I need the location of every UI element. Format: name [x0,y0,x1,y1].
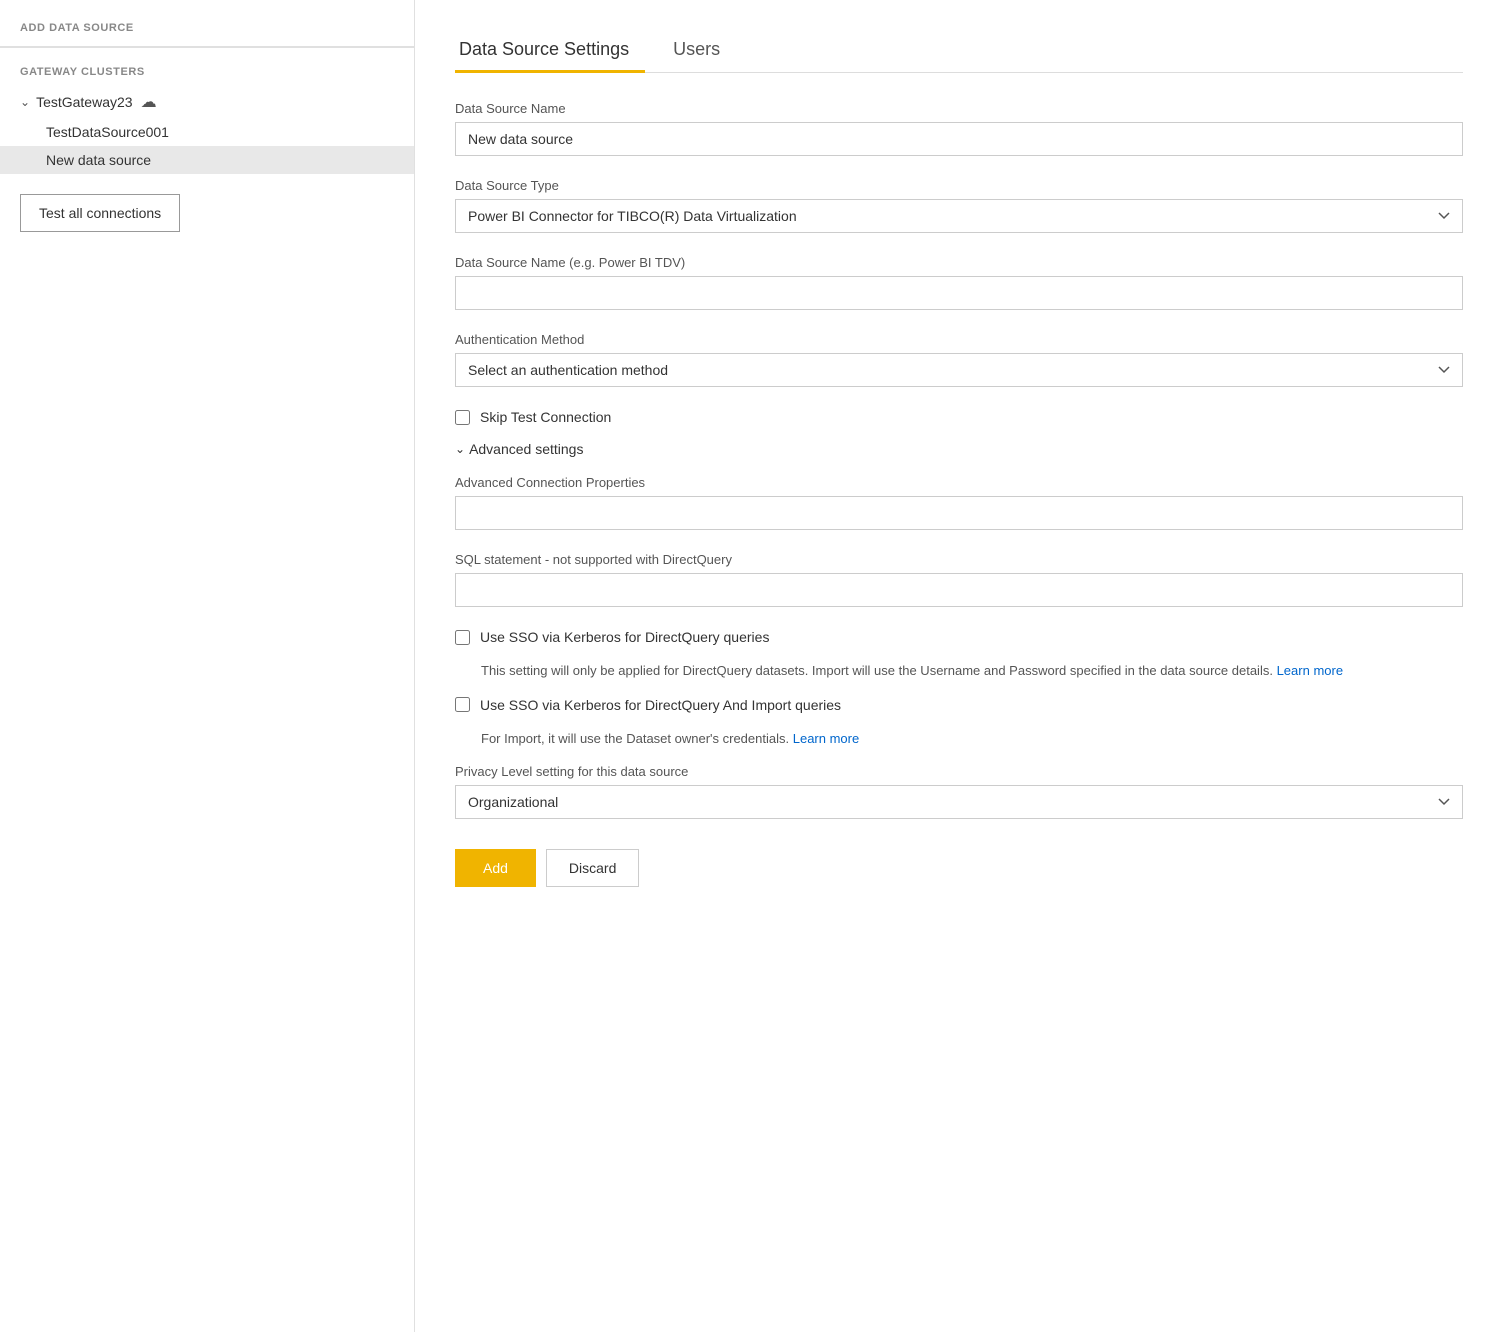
sidebar-buttons: Test all connections [0,174,414,252]
skip-test-checkbox[interactable] [455,410,470,425]
sidebar: ADD DATA SOURCE GATEWAY CLUSTERS ⌄ TestG… [0,0,415,1332]
add-button[interactable]: Add [455,849,536,887]
sso-kerberos-import-checkbox[interactable] [455,697,470,712]
add-datasource-label: ADD DATA SOURCE [20,22,134,34]
main-content: Data Source Settings Users Data Source N… [415,0,1503,1332]
privacy-level-select[interactable]: None Private Organizational Public [455,785,1463,819]
cloud-upload-icon: ☁ [141,92,157,112]
sidebar-header: ADD DATA SOURCE [0,0,414,47]
datasource-name-input[interactable] [455,122,1463,156]
test-all-connections-button[interactable]: Test all connections [20,194,180,232]
sql-statement-input[interactable] [455,573,1463,607]
skip-test-row: Skip Test Connection [455,409,1463,425]
advanced-settings-label: Advanced settings [469,441,583,457]
sso-kerberos-checkbox[interactable] [455,630,470,645]
gateway-clusters-label: GATEWAY CLUSTERS [0,48,414,86]
datasource-type-group: Data Source Type Power BI Connector for … [455,178,1463,233]
sql-statement-group: SQL statement - not supported with Direc… [455,552,1463,607]
auth-method-label: Authentication Method [455,332,1463,347]
datasource-type-select[interactable]: Power BI Connector for TIBCO(R) Data Vir… [455,199,1463,233]
advanced-connection-group: Advanced Connection Properties [455,475,1463,530]
chevron-down-icon-advanced: ⌄ [455,442,465,456]
sso-kerberos-row: Use SSO via Kerberos for DirectQuery que… [455,629,1463,645]
datasource-item-1[interactable]: TestDataSource001 [0,118,414,146]
chevron-down-icon: ⌄ [20,95,30,109]
gateway-item[interactable]: ⌄ TestGateway23 ☁ [0,86,414,118]
datasource-name2-label: Data Source Name (e.g. Power BI TDV) [455,255,1463,270]
datasource-type-label: Data Source Type [455,178,1463,193]
skip-test-label: Skip Test Connection [480,409,611,425]
tab-data-source-settings[interactable]: Data Source Settings [455,31,645,73]
datasource-name-group: Data Source Name [455,101,1463,156]
sso-kerberos-import-label: Use SSO via Kerberos for DirectQuery And… [480,697,841,713]
tab-users[interactable]: Users [669,31,736,73]
sso-kerberos-label: Use SSO via Kerberos for DirectQuery que… [480,629,769,645]
bottom-buttons: Add Discard [455,849,1463,887]
auth-method-group: Authentication Method Select an authenti… [455,332,1463,387]
gateway-name: TestGateway23 [36,94,133,110]
privacy-level-label: Privacy Level setting for this data sour… [455,764,1463,779]
auth-method-select[interactable]: Select an authentication method [455,353,1463,387]
advanced-settings-toggle[interactable]: ⌄ Advanced settings [455,441,1463,457]
discard-button[interactable]: Discard [546,849,639,887]
sso-kerberos-description: This setting will only be applied for Di… [481,661,1463,681]
advanced-connection-input[interactable] [455,496,1463,530]
privacy-level-group: Privacy Level setting for this data sour… [455,764,1463,819]
datasource-item-2[interactable]: New data source [0,146,414,174]
sso-kerberos-import-description: For Import, it will use the Dataset owne… [481,729,1463,749]
sso-kerberos-import-row: Use SSO via Kerberos for DirectQuery And… [455,697,1463,713]
sql-statement-label: SQL statement - not supported with Direc… [455,552,1463,567]
sso-kerberos-import-learn-more-link[interactable]: Learn more [793,731,859,746]
sso-kerberos-learn-more-link[interactable]: Learn more [1277,663,1343,678]
tabs: Data Source Settings Users [455,30,1463,73]
advanced-connection-label: Advanced Connection Properties [455,475,1463,490]
datasource-name2-group: Data Source Name (e.g. Power BI TDV) [455,255,1463,310]
datasource-name-label: Data Source Name [455,101,1463,116]
datasource-name2-input[interactable] [455,276,1463,310]
